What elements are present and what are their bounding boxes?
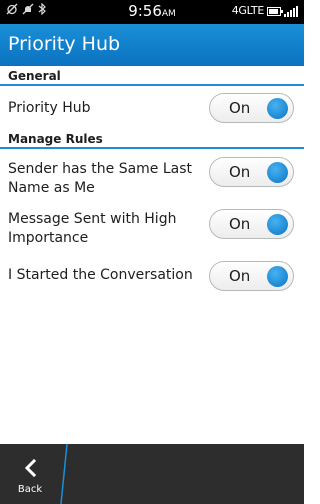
- bottom-action-bar: Back: [0, 444, 304, 504]
- priority-hub-toggle[interactable]: On: [209, 93, 294, 123]
- back-chevron-icon: [24, 458, 37, 478]
- setting-row-same-last-name: Sender has the Same Last Name as Me On: [0, 151, 304, 203]
- section-header-manage-rules: Manage Rules: [0, 129, 304, 149]
- toggle-label: On: [229, 267, 251, 285]
- same-last-name-toggle[interactable]: On: [209, 157, 294, 187]
- setting-row-high-importance: Message Sent with High Importance On: [0, 203, 304, 255]
- action-bar-divider: [60, 444, 68, 504]
- setting-label: Priority Hub: [8, 100, 91, 116]
- battery-icon: [267, 6, 283, 16]
- section-title-manage-rules: Manage Rules: [8, 132, 103, 146]
- title-bar: Priority Hub: [0, 24, 304, 66]
- back-label: Back: [17, 484, 43, 495]
- started-conversation-toggle[interactable]: On: [209, 261, 294, 291]
- setting-label: Message Sent with High Importance: [8, 211, 177, 246]
- section-header-general: General: [0, 66, 304, 86]
- back-button[interactable]: Back: [0, 444, 62, 504]
- page-title: Priority Hub: [8, 33, 121, 55]
- toggle-knob: [267, 266, 288, 287]
- clock-time: 9:56: [128, 2, 162, 20]
- setting-label: Sender has the Same Last Name as Me: [8, 161, 193, 196]
- high-importance-toggle[interactable]: On: [209, 209, 294, 239]
- clock-ampm: AM: [161, 9, 176, 19]
- section-title-general: General: [8, 69, 61, 83]
- setting-row-priority-hub: Priority Hub On: [0, 88, 304, 128]
- toggle-knob: [267, 98, 288, 119]
- setting-label: I Started the Conversation: [8, 267, 193, 283]
- signal-bars-icon: [284, 5, 298, 17]
- toggle-label: On: [229, 163, 251, 181]
- toggle-knob: [267, 214, 288, 235]
- toggle-label: On: [229, 99, 251, 117]
- network-type: 4GLTE: [231, 4, 265, 17]
- toggle-label: On: [229, 215, 251, 233]
- status-bar: 9:56AM 4GLTE: [0, 0, 304, 24]
- status-icons-right: 4GLTE: [232, 4, 298, 18]
- setting-row-started-conversation: I Started the Conversation On: [0, 255, 304, 299]
- toggle-knob: [267, 162, 288, 183]
